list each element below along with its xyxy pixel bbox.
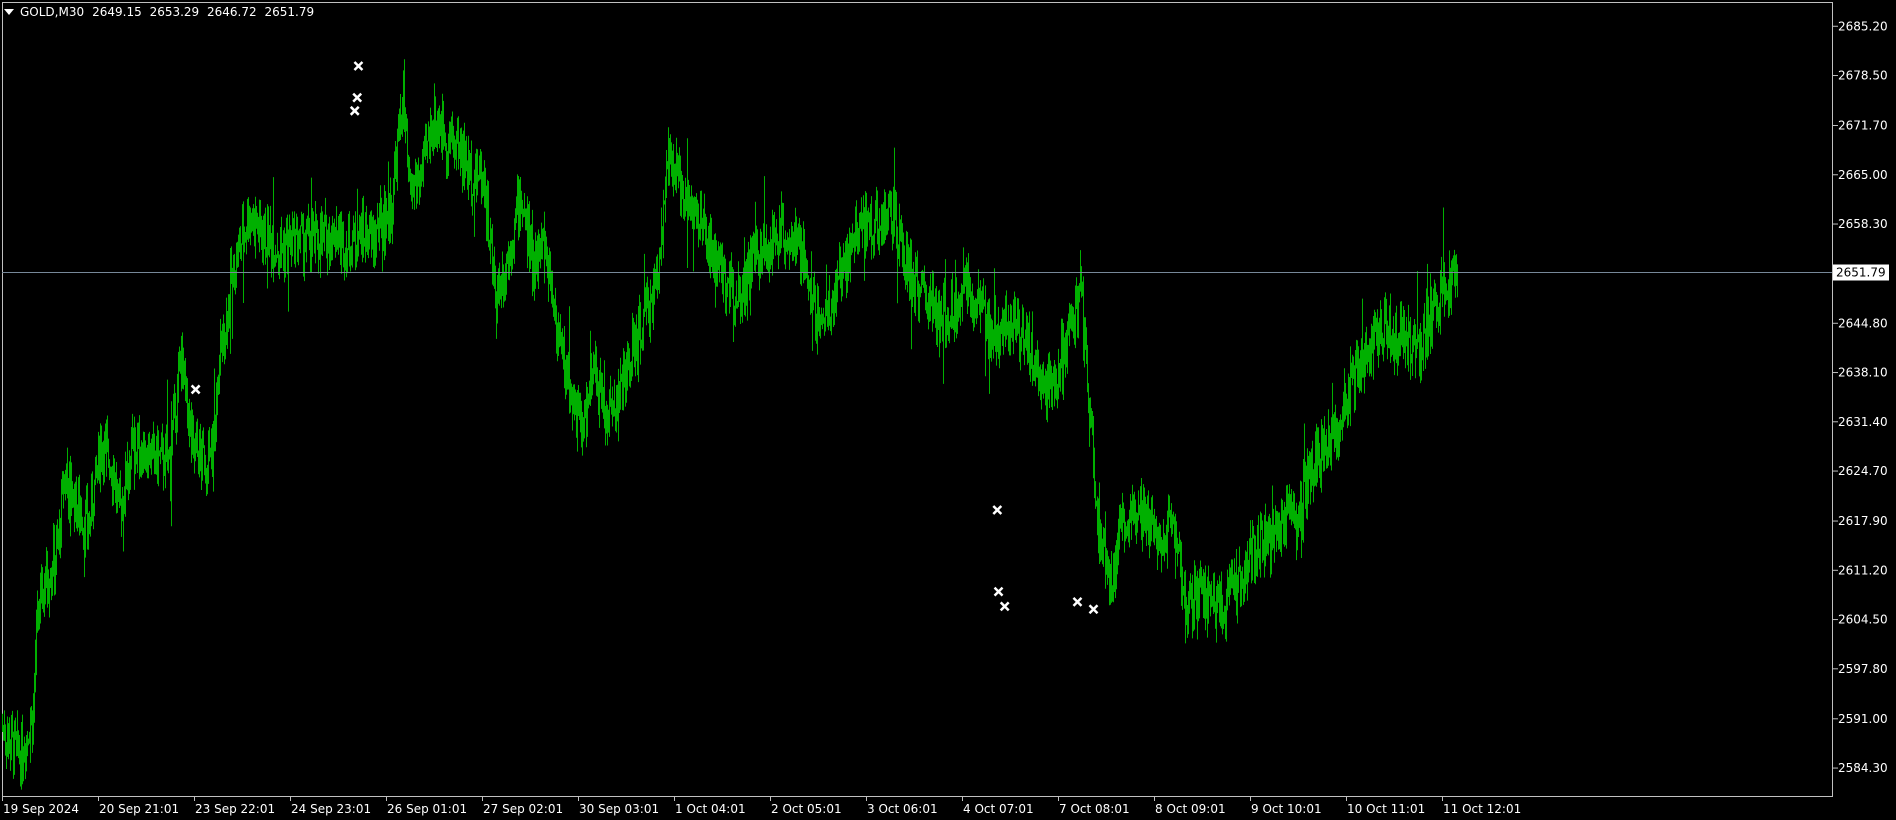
dropdown-triangle-icon[interactable] xyxy=(4,9,14,15)
y-tick-label: 2611.20 xyxy=(1838,563,1888,577)
x-tick-label: 26 Sep 01:01 xyxy=(387,802,467,816)
ohlc-values: 2649.15 2653.29 2646.72 2651.79 xyxy=(92,5,318,19)
low-value: 2646.72 xyxy=(207,5,257,19)
y-tick-label: 2658.30 xyxy=(1838,217,1888,231)
x-tick-label: 20 Sep 21:01 xyxy=(99,802,179,816)
y-tick-label: 2671.70 xyxy=(1838,119,1888,133)
y-tick-label: 2591.00 xyxy=(1838,712,1888,726)
current-price-label: 2651.79 xyxy=(1836,266,1886,280)
x-tick-label: 10 Oct 11:01 xyxy=(1347,802,1425,816)
y-tick-label: 2624.70 xyxy=(1838,464,1888,478)
chart-info-bar: GOLD,M30 2649.15 2653.29 2646.72 2651.79 xyxy=(4,4,318,20)
y-tick-label: 2665.00 xyxy=(1838,168,1888,182)
y-tick-label: 2644.80 xyxy=(1838,316,1888,330)
x-tick-label: 8 Oct 09:01 xyxy=(1155,802,1226,816)
open-value: 2649.15 xyxy=(92,5,142,19)
x-tick-label: 1 Oct 04:01 xyxy=(675,802,746,816)
y-tick-label: 2597.80 xyxy=(1838,662,1888,676)
x-tick-label: 2 Oct 05:01 xyxy=(771,802,842,816)
x-tick-label: 19 Sep 2024 xyxy=(3,802,79,816)
x-tick-label: 24 Sep 23:01 xyxy=(291,802,371,816)
y-tick-label: 2638.10 xyxy=(1838,366,1888,380)
y-tick-label: 2685.20 xyxy=(1838,19,1888,33)
y-tick-label: 2604.50 xyxy=(1838,613,1888,627)
symbol-label: GOLD,M30 xyxy=(20,5,85,19)
price-chart[interactable]: 2685.20 2678.50 2671.70 2665.00 2658.30 2644.… xyxy=(0,0,1896,820)
x-tick-label: 11 Oct 12:01 xyxy=(1443,802,1521,816)
chart-window[interactable]: GOLD,M30 2649.15 2653.29 2646.72 2651.79… xyxy=(0,0,1896,820)
x-tick-label: 9 Oct 10:01 xyxy=(1251,802,1322,816)
y-tick-label: 2678.50 xyxy=(1838,69,1888,83)
x-tick-label: 23 Sep 22:01 xyxy=(195,802,275,816)
y-tick-label: 2617.90 xyxy=(1838,514,1888,528)
x-tick-label: 27 Sep 02:01 xyxy=(483,802,563,816)
high-value: 2653.29 xyxy=(149,5,200,19)
y-tick-label: 2584.30 xyxy=(1838,761,1888,775)
x-tick-label: 7 Oct 08:01 xyxy=(1059,802,1130,816)
y-tick-label: 2631.40 xyxy=(1838,415,1888,429)
plot-frame xyxy=(2,2,1833,797)
close-value: 2651.79 xyxy=(264,5,315,19)
x-tick-label: 30 Sep 03:01 xyxy=(579,802,659,816)
x-tick-label: 3 Oct 06:01 xyxy=(867,802,938,816)
x-tick-label: 4 Oct 07:01 xyxy=(963,802,1034,816)
